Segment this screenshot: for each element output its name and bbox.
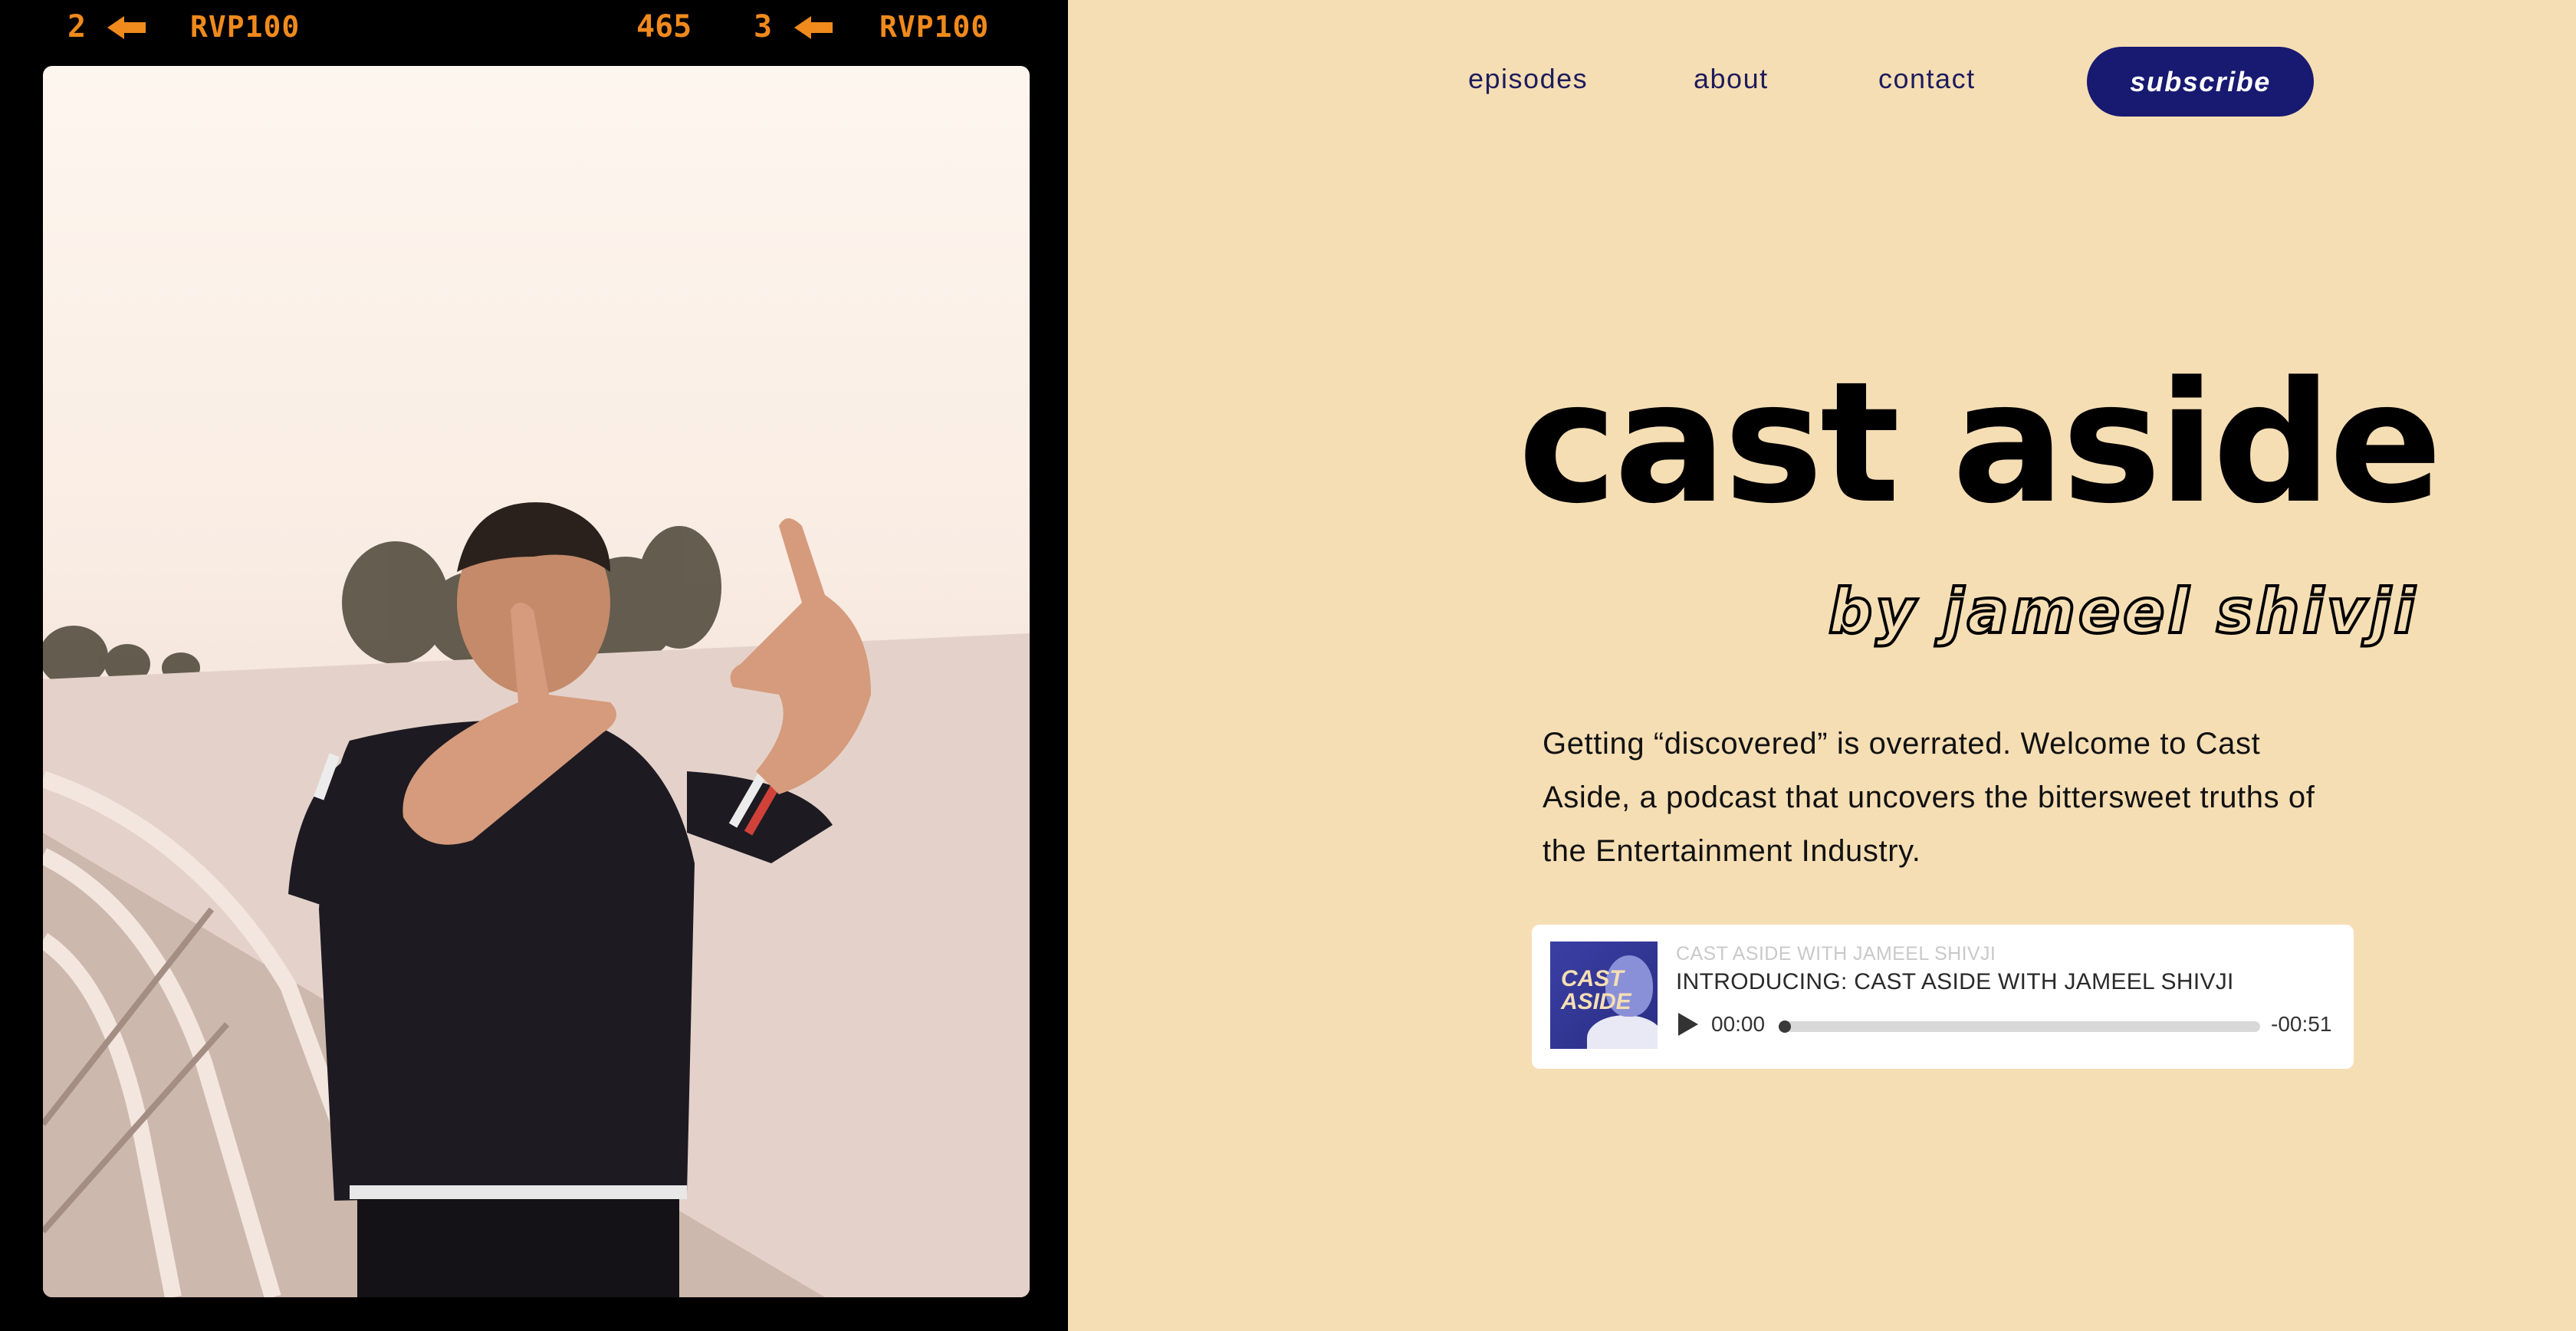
- episode-title: INTRODUCING: CAST ASIDE WITH JAMEEL SHIV…: [1676, 969, 2234, 994]
- progress-handle[interactable]: [1779, 1020, 1791, 1033]
- remaining-time: -00:51: [2271, 1012, 2332, 1036]
- subscribe-button[interactable]: subscribe: [2087, 47, 2314, 117]
- show-name: CAST ASIDE WITH JAMEEL SHIVJI: [1676, 943, 1996, 965]
- film-frame-number-right: 3: [754, 9, 773, 44]
- progress-bar[interactable]: [1779, 1020, 2260, 1033]
- film-frame: 2 RVP100 465 3 RVP100: [0, 0, 1068, 1331]
- cover-title-line1: CAST: [1561, 966, 1624, 991]
- film-strip: 2 RVP100 465 3 RVP100: [0, 0, 1068, 60]
- nav-about-link[interactable]: about: [1694, 63, 1769, 95]
- episode-cover-image: CAST ASIDE: [1550, 942, 1658, 1049]
- film-arrow-icon: [794, 15, 833, 41]
- film-arrow-icon: [107, 15, 146, 41]
- cover-figure-body: [1587, 1015, 1658, 1049]
- current-time: 00:00: [1711, 1012, 1766, 1036]
- film-counter: 465: [636, 9, 692, 44]
- podcast-player: CAST ASIDE CAST ASIDE WITH JAMEEL SHIVJI…: [1532, 925, 2354, 1069]
- page-title: cast aside: [1518, 347, 2443, 541]
- film-code-left: RVP100: [190, 10, 301, 44]
- film-frame-number-left: 2: [67, 9, 87, 44]
- play-icon[interactable]: [1677, 1012, 1700, 1037]
- cover-title: CAST ASIDE: [1561, 968, 1631, 1014]
- hero-photo: [43, 66, 1030, 1297]
- film-code-right: RVP100: [879, 10, 990, 44]
- nav-episodes-link[interactable]: episodes: [1468, 63, 1588, 95]
- cover-title-line2: ASIDE: [1561, 989, 1631, 1014]
- podcast-description: Getting “discovered” is overrated. Welco…: [1543, 727, 2315, 868]
- nav-contact-link[interactable]: contact: [1878, 63, 1976, 95]
- byline: by jameel shivji: [1827, 576, 2418, 647]
